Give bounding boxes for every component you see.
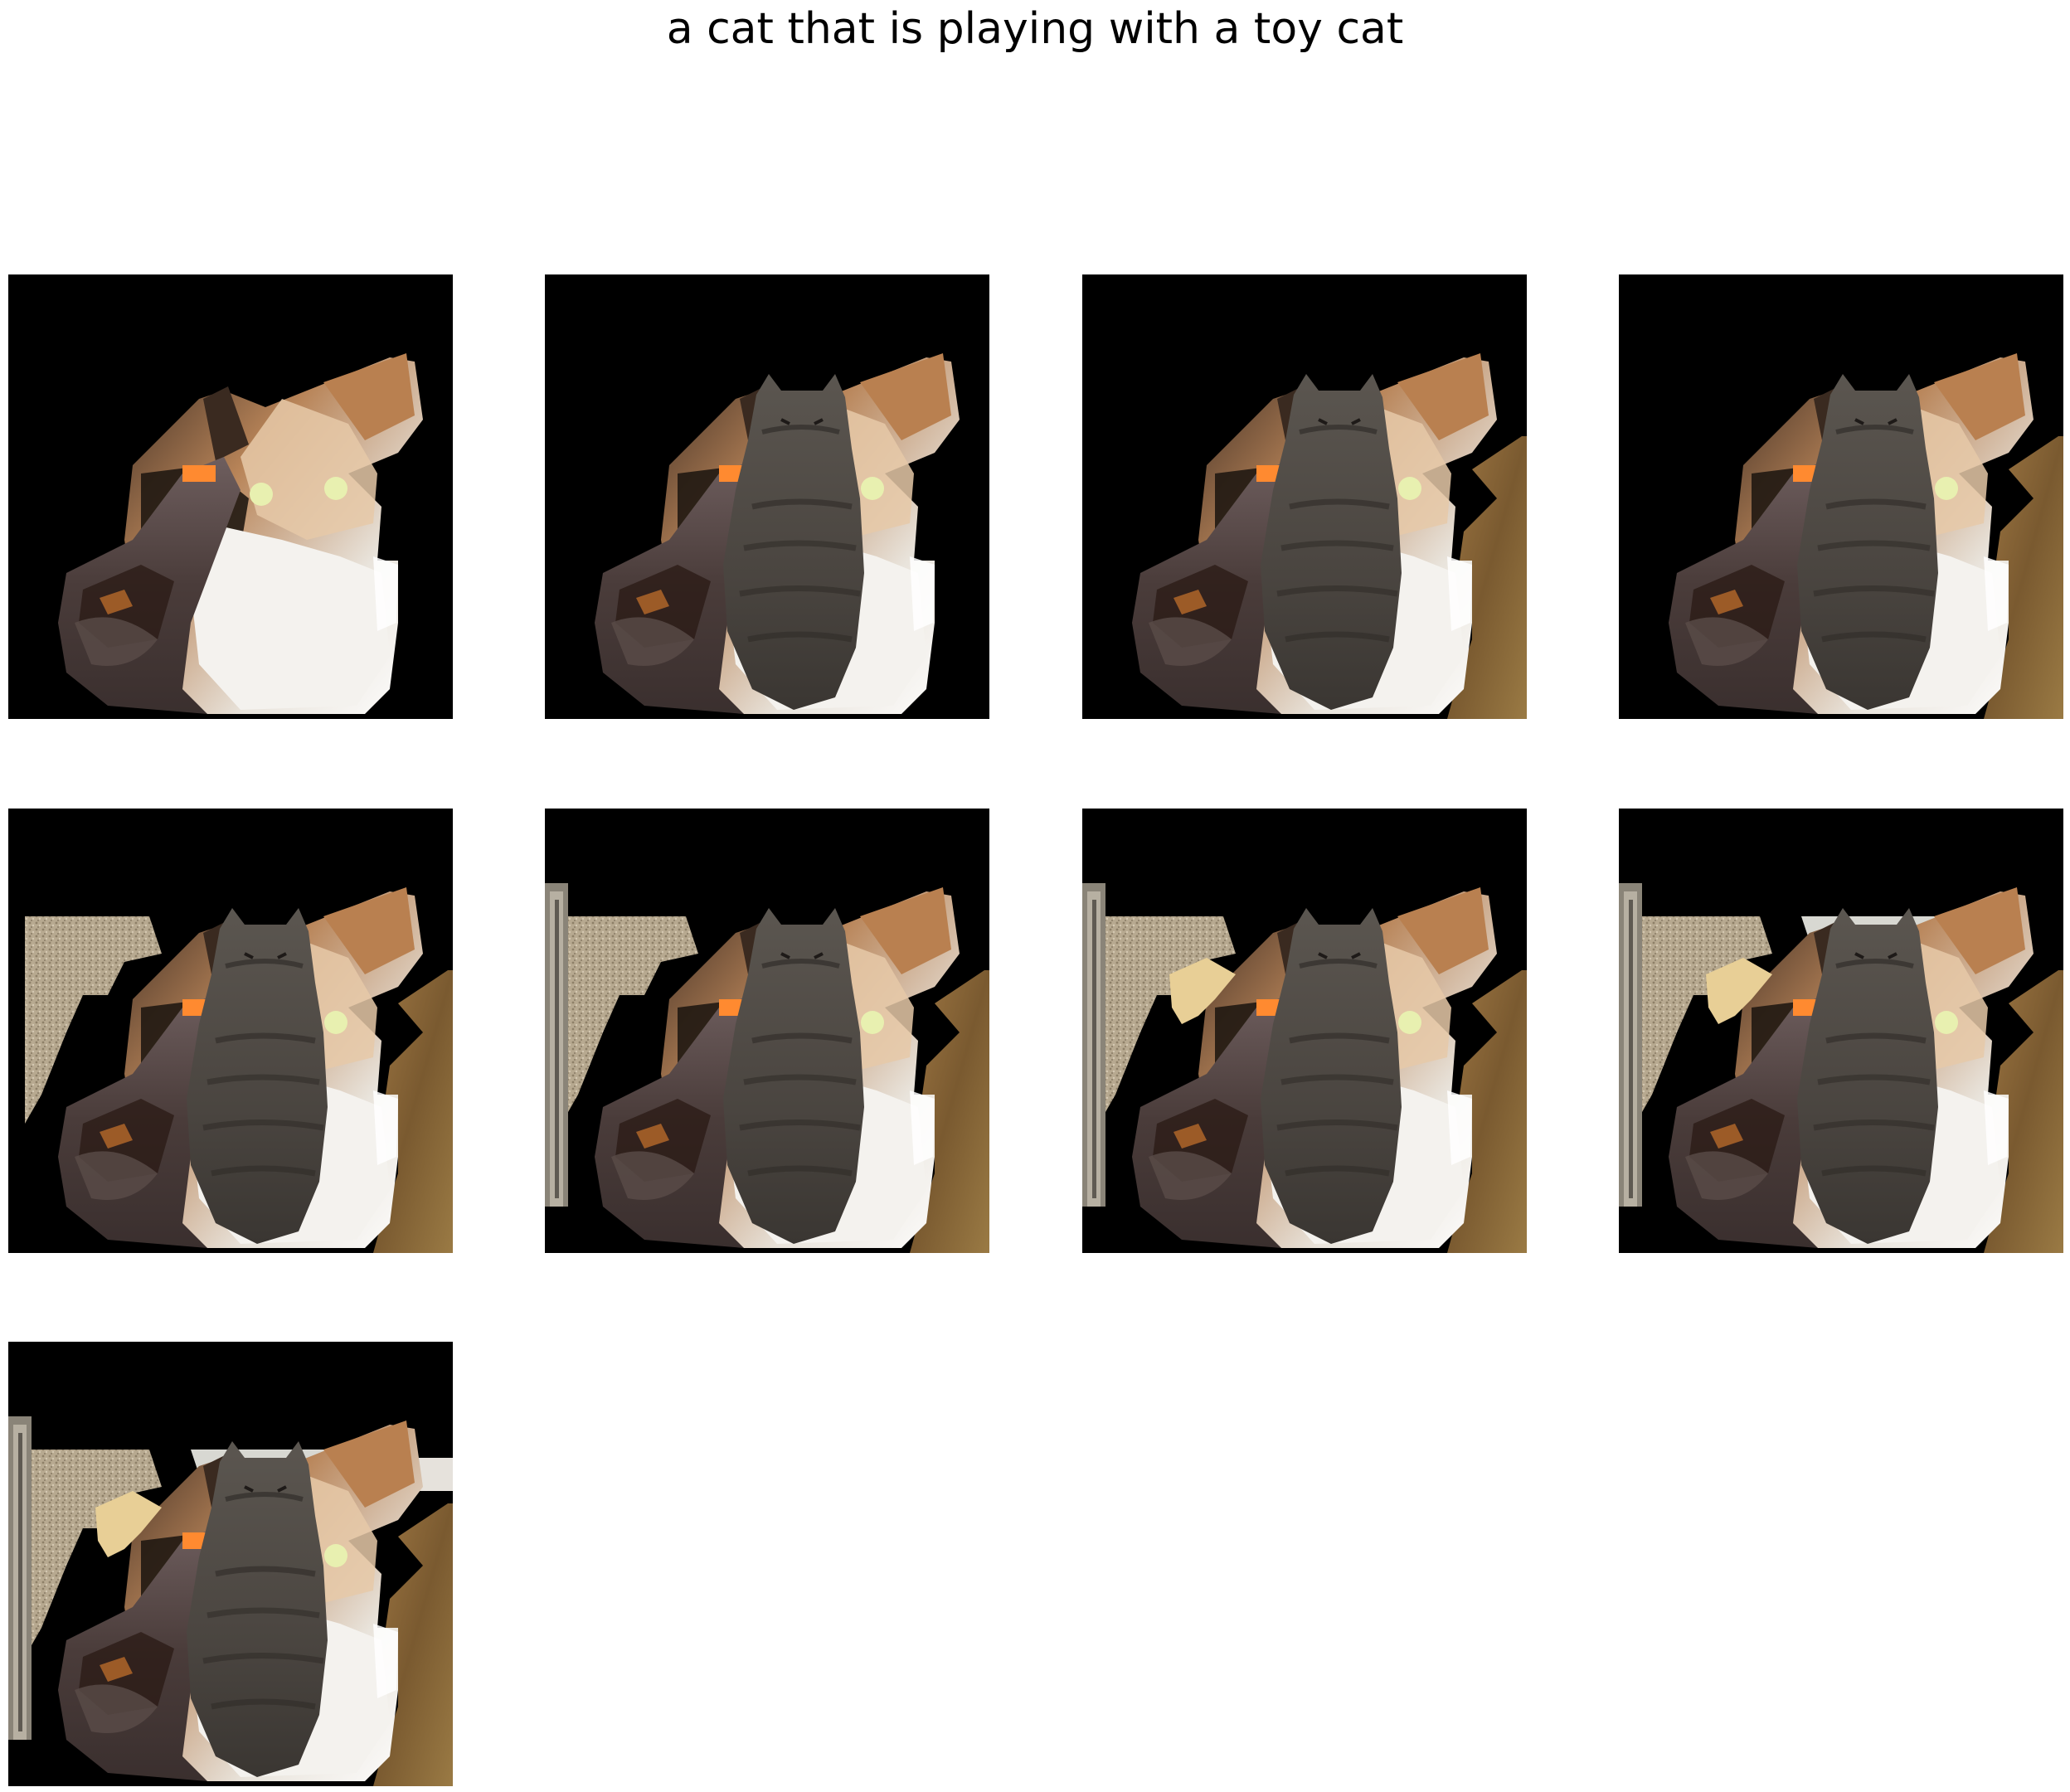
door-frame-layer (8, 1416, 32, 1740)
composite-image-3 (1082, 274, 1527, 719)
figure-title: a cat that is playing with a toy cat (666, 4, 1404, 54)
image-panel-2 (545, 274, 989, 719)
composite-image-1 (8, 274, 453, 719)
image-panel-7 (1082, 809, 1527, 1253)
composite-image-6 (545, 809, 989, 1253)
image-panel-8 (1619, 809, 2063, 1253)
composite-image-2 (545, 274, 989, 719)
composite-image-7 (1082, 809, 1527, 1253)
image-panel-5 (8, 809, 453, 1253)
composite-image-5 (8, 809, 453, 1253)
image-panel-3 (1082, 274, 1527, 719)
composite-image-4 (1619, 274, 2063, 719)
composite-image-8 (1619, 809, 2063, 1253)
image-panel-9 (8, 1342, 453, 1786)
image-panel-4 (1619, 274, 2063, 719)
door-frame-layer (545, 883, 568, 1207)
composite-image-9 (8, 1342, 453, 1786)
image-panel-6 (545, 809, 989, 1253)
image-panel-1 (8, 274, 453, 719)
door-frame-layer (1082, 883, 1105, 1207)
door-frame-layer (1619, 883, 1642, 1207)
